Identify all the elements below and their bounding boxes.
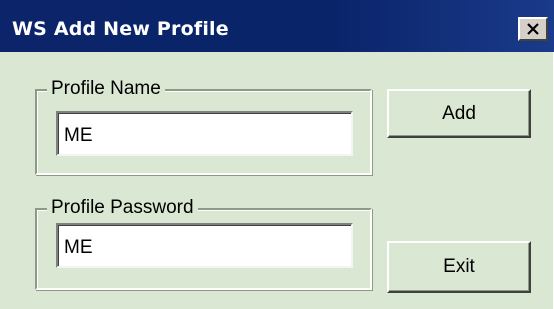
exit-button[interactable]: Exit	[387, 241, 531, 293]
profile-password-label: Profile Password	[47, 196, 198, 220]
add-button[interactable]: Add	[387, 89, 531, 138]
title-bar[interactable]: WS Add New Profile	[0, 0, 554, 52]
profile-name-input[interactable]	[56, 111, 353, 156]
close-icon	[527, 23, 539, 35]
window-title: WS Add New Profile	[12, 18, 229, 40]
profile-password-input[interactable]	[56, 223, 353, 268]
profile-name-label: Profile Name	[47, 77, 165, 101]
add-profile-dialog: WS Add New Profile Profile Name Profile …	[0, 0, 554, 309]
close-button[interactable]	[518, 17, 548, 41]
